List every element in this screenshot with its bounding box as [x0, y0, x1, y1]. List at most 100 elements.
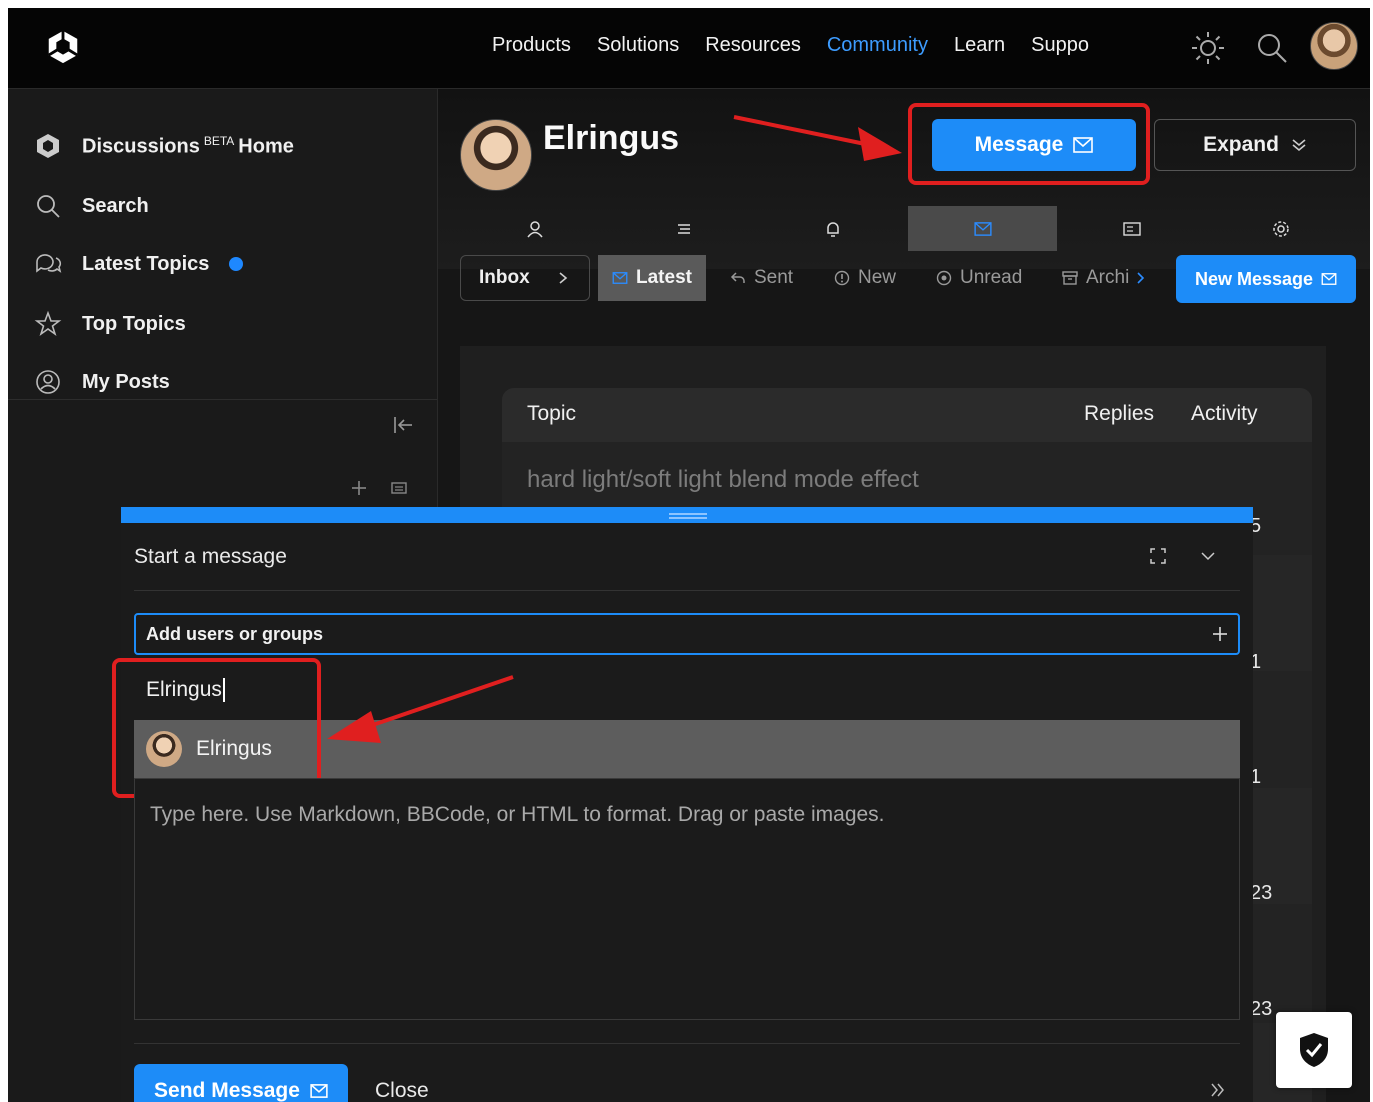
sidebar-item-latest-topics[interactable]: Latest Topics	[34, 249, 244, 279]
sidebar-item-label: My Posts	[82, 370, 170, 393]
unread-dot	[229, 257, 244, 271]
topic-link[interactable]: hard light/soft light blend mode effect	[527, 466, 919, 494]
chat-bubbles-icon	[36, 254, 62, 273]
fullscreen-icon[interactable]	[1149, 547, 1167, 565]
messages-subnav: Inbox Latest Sent New Unread Archi New M…	[460, 255, 1356, 303]
tab-activity[interactable]	[609, 206, 758, 251]
annotation-arrow	[733, 115, 902, 161]
sidebar-menu: Discussions BETA Home Search Latest Topics	[8, 89, 437, 400]
nav-products[interactable]: Products	[492, 34, 571, 57]
privacy-badge[interactable]	[1276, 1012, 1352, 1088]
gear-icon	[1273, 220, 1290, 237]
sidebar-item-my-posts[interactable]: My Posts	[34, 367, 170, 397]
list-icon[interactable]	[390, 479, 408, 497]
divider	[134, 590, 1240, 591]
editor-placeholder: Type here. Use Markdown, BBCode, or HTML…	[150, 803, 885, 826]
stream-icon	[677, 223, 690, 234]
filter-unread[interactable]: Unread	[936, 255, 1022, 301]
info-circle-icon	[834, 270, 850, 286]
expand-button-label: Expand	[1203, 133, 1279, 156]
nav-community[interactable]: Community	[827, 34, 928, 57]
col-topic[interactable]: Topic	[527, 402, 576, 426]
shield-check-icon	[1300, 1033, 1328, 1067]
filter-new[interactable]: New	[834, 255, 896, 301]
double-chevron-right-icon[interactable]	[1209, 1081, 1227, 1099]
filter-archive[interactable]: Archi	[1062, 255, 1145, 301]
annotation-highlight-box	[908, 103, 1150, 185]
user-avatar[interactable]	[1310, 22, 1358, 70]
browser-frame: Products Solutions Resources Community L…	[8, 8, 1370, 1102]
reply-count: 23	[1250, 998, 1273, 1020]
filter-latest[interactable]: Latest	[598, 255, 706, 301]
plus-circle-icon	[936, 270, 952, 286]
nav-resources[interactable]: Resources	[705, 34, 801, 57]
sidebar-item-search[interactable]: Search	[34, 191, 149, 221]
inbox-dropdown[interactable]: Inbox	[460, 255, 590, 301]
tab-messages[interactable]	[907, 206, 1058, 251]
double-chevron-down-icon	[1292, 139, 1306, 152]
filter-unread-label: Unread	[960, 267, 1023, 288]
unity-logo-icon[interactable]	[44, 28, 82, 66]
envelope-icon	[1321, 273, 1337, 285]
tab-summary[interactable]	[460, 206, 609, 251]
sidebar-item-label: Latest Topics	[82, 252, 210, 275]
filter-latest-label: Latest	[636, 267, 692, 288]
send-message-button[interactable]: Send Message	[134, 1064, 348, 1102]
nav-learn[interactable]: Learn	[954, 34, 1005, 57]
chevron-right-icon[interactable]	[1137, 271, 1145, 285]
composer-title: Start a message	[134, 545, 287, 568]
resize-grip[interactable]	[669, 513, 707, 515]
sidebar-item-label: Discussions	[82, 135, 200, 158]
sidebar-item-suffix: Home	[238, 135, 294, 158]
bell-icon	[827, 221, 840, 237]
search-icon	[37, 195, 60, 218]
tab-notifications[interactable]	[759, 206, 908, 251]
table-header: Topic Replies Activity	[502, 388, 1312, 442]
collapse-sidebar-icon[interactable]	[391, 413, 415, 437]
profile-tabs	[460, 206, 1356, 251]
search-icon[interactable]	[1254, 30, 1290, 66]
close-button[interactable]: Close	[375, 1079, 429, 1102]
expand-button[interactable]: Expand	[1154, 119, 1356, 171]
sidebar-item-discussions-home[interactable]: Discussions BETA Home	[34, 131, 294, 161]
archive-icon	[1062, 271, 1078, 285]
filter-sent[interactable]: Sent	[730, 255, 793, 301]
new-message-label: New Message	[1194, 268, 1314, 289]
message-composer: Start a message Add users or groups Elri…	[112, 507, 1253, 1102]
tab-badges[interactable]	[1057, 206, 1206, 251]
col-activity[interactable]: Activity	[1191, 402, 1258, 426]
annotation-arrow	[327, 675, 514, 743]
plus-icon[interactable]	[1212, 626, 1228, 642]
envelope-icon	[612, 272, 628, 284]
chevron-down-icon[interactable]	[1199, 547, 1217, 565]
card-icon	[1123, 221, 1141, 236]
tab-preferences[interactable]	[1207, 206, 1356, 251]
recipients-label: Add users or groups	[146, 623, 324, 644]
top-navigation: Products Solutions Resources Community L…	[8, 8, 1370, 89]
recipients-input[interactable]: Add users or groups	[134, 613, 1240, 655]
reply-icon	[730, 272, 745, 283]
filter-sent-label: Sent	[754, 267, 794, 288]
unity-logo-icon	[37, 134, 59, 158]
inbox-label: Inbox	[479, 267, 530, 288]
theme-sun-icon[interactable]	[1190, 30, 1226, 66]
composer-controls	[1149, 547, 1217, 565]
col-replies[interactable]: Replies	[1084, 402, 1154, 426]
sidebar-actions	[350, 479, 408, 497]
filter-archive-label: Archi	[1086, 267, 1130, 288]
nav-links: Products Solutions Resources Community L…	[492, 34, 1115, 57]
filter-new-label: New	[858, 267, 897, 288]
user-icon	[527, 220, 543, 237]
reply-count: 23	[1250, 882, 1273, 904]
send-message-label: Send Message	[154, 1079, 300, 1102]
plus-icon[interactable]	[350, 479, 368, 497]
user-circle-icon	[36, 370, 60, 394]
message-body-editor[interactable]: Type here. Use Markdown, BBCode, or HTML…	[134, 778, 1240, 1020]
beta-badge: BETA	[203, 133, 235, 148]
profile-name: Elringus	[543, 119, 680, 157]
new-message-button[interactable]: New Message	[1176, 255, 1356, 303]
profile-avatar	[460, 119, 532, 191]
nav-solutions[interactable]: Solutions	[597, 34, 679, 57]
nav-support[interactable]: Suppo	[1031, 34, 1089, 57]
sidebar-item-top-topics[interactable]: Top Topics	[34, 309, 186, 339]
